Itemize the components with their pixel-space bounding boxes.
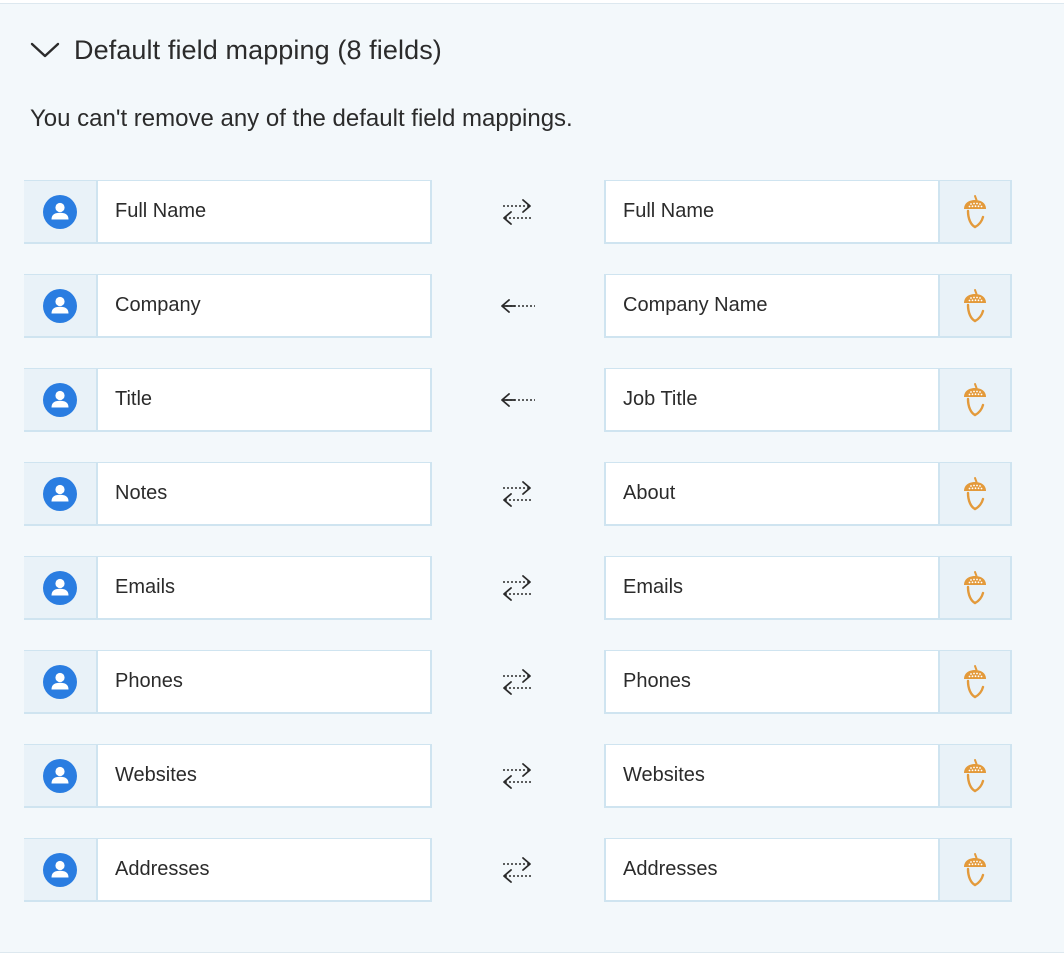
right-field-name: Company Name — [604, 274, 940, 338]
left-field-icon-cell — [24, 838, 96, 902]
person-icon — [43, 758, 77, 793]
left-field-name: Emails — [96, 556, 432, 620]
mapping-row: Addresses Addresses — [24, 838, 1012, 902]
bidirectional-arrows-icon — [503, 857, 531, 883]
left-field-name: Title — [96, 368, 432, 432]
person-icon — [43, 570, 77, 605]
arrow-left-icon — [501, 393, 535, 407]
left-field-icon-cell — [24, 556, 96, 620]
person-icon — [43, 288, 77, 323]
bidirectional-arrows-icon — [503, 199, 531, 225]
right-field-name: Websites — [604, 744, 940, 808]
mapping-direction — [492, 476, 542, 512]
left-field-name: Full Name — [96, 180, 432, 244]
right-field-name: About — [604, 462, 940, 526]
right-field-icon-cell — [940, 556, 1012, 620]
left-field: Phones — [24, 650, 432, 714]
left-field: Websites — [24, 744, 432, 808]
mapping-direction — [492, 194, 542, 230]
section-title: Default field mapping (8 fields) — [74, 34, 442, 65]
mapping-row: Full Name Full Name — [24, 180, 1012, 244]
arrow-left-icon — [501, 299, 535, 313]
left-field-icon-cell — [24, 274, 96, 338]
bidirectional-arrows-icon — [503, 669, 531, 695]
right-field: About — [604, 462, 1012, 526]
right-field: Job Title — [604, 368, 1012, 432]
right-field-name: Phones — [604, 650, 940, 714]
left-field: Title — [24, 368, 432, 432]
section-toggle[interactable]: Default field mapping (8 fields) — [30, 30, 442, 70]
acorn-icon — [964, 194, 986, 228]
person-icon — [43, 852, 77, 887]
right-field: Company Name — [604, 274, 1012, 338]
section-description: You can't remove any of the default fiel… — [30, 105, 573, 132]
person-icon — [43, 476, 77, 511]
mapping-row: Company Company Name — [24, 274, 1012, 338]
acorn-icon — [964, 852, 986, 886]
mapping-direction — [492, 570, 542, 606]
left-field: Company — [24, 274, 432, 338]
left-field-name: Notes — [96, 462, 432, 526]
right-field: Full Name — [604, 180, 1012, 244]
mapping-row: Websites Websites — [24, 744, 1012, 808]
left-field-icon-cell — [24, 462, 96, 526]
right-field: Websites — [604, 744, 1012, 808]
right-field: Emails — [604, 556, 1012, 620]
acorn-icon — [964, 758, 986, 792]
right-field-icon-cell — [940, 744, 1012, 808]
left-field: Full Name — [24, 180, 432, 244]
acorn-icon — [964, 664, 986, 698]
left-field-icon-cell — [24, 744, 96, 808]
mapping-direction — [492, 288, 542, 324]
bidirectional-arrows-icon — [503, 481, 531, 507]
right-field-name: Job Title — [604, 368, 940, 432]
right-field-icon-cell — [940, 274, 1012, 338]
left-field: Addresses — [24, 838, 432, 902]
right-field-name: Full Name — [604, 180, 940, 244]
mapping-list: Full Name Full Name Company Company Name… — [24, 180, 1012, 932]
right-field: Phones — [604, 650, 1012, 714]
left-field-icon-cell — [24, 180, 96, 244]
right-field-icon-cell — [940, 838, 1012, 902]
left-field-name: Websites — [96, 744, 432, 808]
person-icon — [43, 664, 77, 699]
mapping-direction — [492, 382, 542, 418]
left-field-icon-cell — [24, 368, 96, 432]
acorn-icon — [964, 288, 986, 322]
left-field-name: Phones — [96, 650, 432, 714]
mapping-row: Phones Phones — [24, 650, 1012, 714]
left-field-icon-cell — [24, 650, 96, 714]
bidirectional-arrows-icon — [503, 763, 531, 789]
mapping-direction — [492, 758, 542, 794]
left-field: Notes — [24, 462, 432, 526]
mapping-direction — [492, 852, 542, 888]
field-mapping-panel: Default field mapping (8 fields) You can… — [0, 3, 1064, 953]
right-field-name: Addresses — [604, 838, 940, 902]
person-icon — [43, 382, 77, 417]
acorn-icon — [964, 570, 986, 604]
left-field-name: Company — [96, 274, 432, 338]
right-field-icon-cell — [940, 180, 1012, 244]
acorn-icon — [964, 382, 986, 416]
right-field-icon-cell — [940, 368, 1012, 432]
mapping-row: Notes About — [24, 462, 1012, 526]
acorn-icon — [964, 476, 986, 510]
bidirectional-arrows-icon — [503, 575, 531, 601]
right-field-icon-cell — [940, 650, 1012, 714]
left-field-name: Addresses — [96, 838, 432, 902]
chevron-down-icon[interactable] — [30, 40, 60, 60]
right-field-icon-cell — [940, 462, 1012, 526]
left-field: Emails — [24, 556, 432, 620]
person-icon — [43, 194, 77, 229]
mapping-direction — [492, 664, 542, 700]
mapping-row: Emails Emails — [24, 556, 1012, 620]
mapping-row: Title Job Title — [24, 368, 1012, 432]
right-field-name: Emails — [604, 556, 940, 620]
right-field: Addresses — [604, 838, 1012, 902]
